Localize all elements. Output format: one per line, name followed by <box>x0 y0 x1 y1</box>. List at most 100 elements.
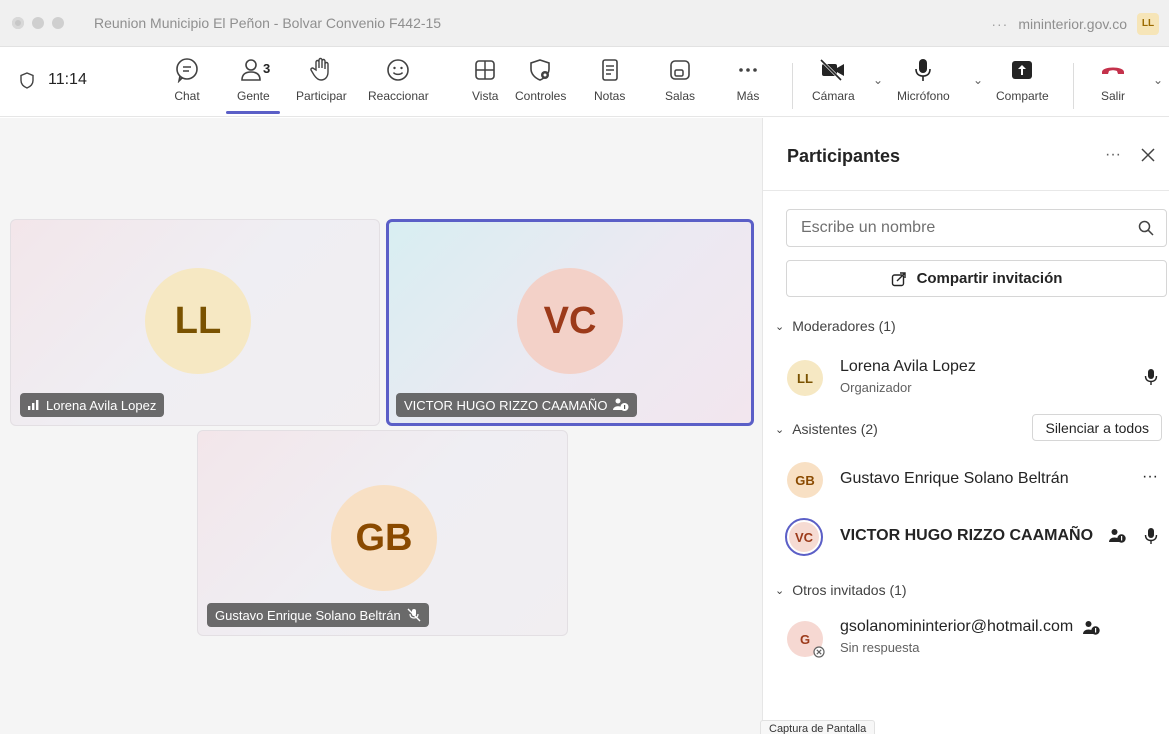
share-screen-icon <box>1012 61 1033 79</box>
mute-all-button[interactable]: Silenciar a todos <box>1032 414 1162 441</box>
controls-label: Controles <box>515 89 567 103</box>
tile-avatar: GB <box>331 485 437 591</box>
chevron-down-icon: ⌄ <box>775 320 785 333</box>
share-arrow-icon <box>891 271 906 286</box>
camera-options-chevron-icon[interactable]: ⌄ <box>873 73 883 87</box>
rooms-icon <box>670 60 690 80</box>
toolbar-separator <box>792 63 793 109</box>
chat-icon <box>176 58 198 83</box>
microphone-options-chevron-icon[interactable]: ⌄ <box>973 73 983 87</box>
participant-tile-lorena[interactable]: LL Lorena Avila Lopez <box>10 219 380 426</box>
panel-divider <box>763 190 1169 191</box>
more-label: Más <box>736 89 760 103</box>
share-invitation-label: Compartir invitación <box>916 270 1063 287</box>
close-icon[interactable] <box>1141 148 1155 162</box>
moderators-section-toggle[interactable]: ⌄ Moderadores (1) <box>775 318 896 334</box>
raise-hand-icon <box>310 57 330 81</box>
leave-options-chevron-icon[interactable]: ⌄ <box>1153 73 1163 87</box>
share-label: Comparte <box>996 89 1049 103</box>
tile-avatar: VC <box>517 268 623 374</box>
video-stage: LL Lorena Avila Lopez VC VICTOR HUGO RIZ… <box>0 118 762 734</box>
attendees-section-toggle[interactable]: ⌄ Asistentes (2) <box>775 421 878 437</box>
others-section-toggle[interactable]: ⌄ Otros invitados (1) <box>775 582 907 598</box>
no-response-icon <box>813 646 825 658</box>
participant-name: Gustavo Enrique Solano Beltrán <box>840 470 1069 487</box>
microphone-muted-icon <box>407 608 421 622</box>
moderators-section-label: Moderadores (1) <box>792 318 896 334</box>
participant-more-icon[interactable]: ··· <box>1142 468 1158 486</box>
people-count: 3 <box>263 61 271 76</box>
leave-button[interactable]: Salir <box>1099 57 1127 113</box>
tile-name: VICTOR HUGO RIZZO CAAMAÑO <box>404 397 608 413</box>
user-avatar[interactable]: LL <box>1137 12 1159 35</box>
meeting-toolbar: 11:14 Chat 3 Gente Participar Reaccionar… <box>0 47 1169 117</box>
participant-role: Organizador <box>840 380 912 395</box>
rooms-button[interactable]: Salas <box>665 57 695 113</box>
title-more-icon[interactable]: ··· <box>991 16 1008 32</box>
screenshot-tooltip: Captura de Pantalla <box>760 720 876 734</box>
more-button[interactable]: Más <box>735 57 761 113</box>
panel-title: Participantes <box>787 146 901 166</box>
shield-gear-icon <box>529 59 550 81</box>
chat-label: Chat <box>174 89 200 103</box>
participant-row-victor[interactable]: VC VICTOR HUGO RIZZO CAAMAÑO <box>763 513 1169 561</box>
emoji-icon <box>387 59 410 81</box>
avatar: VC <box>785 518 823 556</box>
signal-bars-icon <box>28 400 39 410</box>
microphone-icon[interactable] <box>1144 527 1158 545</box>
controls-button[interactable]: Controles <box>515 57 566 113</box>
react-label: Reaccionar <box>368 89 429 103</box>
view-button[interactable]: Vista <box>472 57 498 113</box>
share-button[interactable]: Comparte <box>996 57 1049 113</box>
notes-button[interactable]: Notas <box>594 57 625 113</box>
timer-text: 11:14 <box>48 71 87 88</box>
avatar: GB <box>787 462 823 498</box>
people-label: Gente <box>237 89 270 103</box>
chat-button[interactable]: Chat <box>174 57 200 113</box>
participant-status: Sin respuesta <box>840 640 920 655</box>
tile-name-tag: Lorena Avila Lopez <box>20 393 165 417</box>
microphone-icon[interactable] <box>1144 368 1158 386</box>
share-invitation-button[interactable]: Compartir invitación <box>786 260 1167 297</box>
others-section-label: Otros invitados (1) <box>792 582 907 598</box>
camera-off-icon <box>820 58 845 82</box>
tile-avatar: LL <box>145 268 251 374</box>
close-window-button[interactable] <box>12 17 24 29</box>
minimize-window-button[interactable] <box>32 17 44 29</box>
tile-name-tag: Gustavo Enrique Solano Beltrán <box>207 603 429 627</box>
rooms-label: Salas <box>665 89 696 103</box>
participant-tile-victor[interactable]: VC VICTOR HUGO RIZZO CAAMAÑO <box>386 219 754 426</box>
camera-button[interactable]: Cámara <box>812 57 855 113</box>
participant-row-guest[interactable]: G gsolanomininterior@hotmail.com Sin res… <box>763 614 1169 662</box>
tile-name: Lorena Avila Lopez <box>46 397 157 413</box>
toolbar-separator <box>1073 63 1074 109</box>
raise-hand-label: Participar <box>296 89 347 103</box>
meeting-timer: 11:14 <box>20 71 87 89</box>
react-button[interactable]: Reaccionar <box>368 57 429 113</box>
participant-row-gustavo[interactable]: GB Gustavo Enrique Solano Beltrán ··· <box>763 456 1169 504</box>
zoom-window-button[interactable] <box>52 17 64 29</box>
participant-tile-gustavo[interactable]: GB Gustavo Enrique Solano Beltrán <box>197 430 568 636</box>
tile-name: Gustavo Enrique Solano Beltrán <box>215 607 401 623</box>
participant-name: VICTOR HUGO RIZZO CAAMAÑO <box>840 527 1094 544</box>
microphone-button[interactable]: Micrófono <box>897 57 950 113</box>
grid-view-icon <box>475 60 496 80</box>
notes-label: Notas <box>594 89 626 103</box>
leave-label: Salir <box>1100 89 1125 103</box>
panel-more-icon[interactable]: ··· <box>1105 146 1121 164</box>
people-button[interactable]: 3 Gente <box>237 57 270 113</box>
participants-panel: Participantes ··· Compartir invitación ⌄… <box>762 118 1169 734</box>
guest-person-icon <box>613 398 629 411</box>
title-bar: Reunion Municipio El Peñon - Bolvar Conv… <box>0 0 1169 47</box>
shield-icon <box>20 71 34 89</box>
window-controls[interactable] <box>12 17 64 29</box>
search-icon[interactable] <box>1138 220 1154 236</box>
tile-name-tag: VICTOR HUGO RIZZO CAAMAÑO <box>396 393 638 417</box>
raise-hand-button[interactable]: Participar <box>296 57 347 113</box>
participant-search-input[interactable] <box>801 219 1138 237</box>
guest-person-icon <box>1083 621 1100 635</box>
participant-row-lorena[interactable]: LL Lorena Avila Lopez Organizador <box>763 354 1169 402</box>
participant-search <box>786 209 1167 247</box>
window-domain: mininterior.gov.co <box>1018 15 1127 32</box>
camera-label: Cámara <box>812 89 855 103</box>
